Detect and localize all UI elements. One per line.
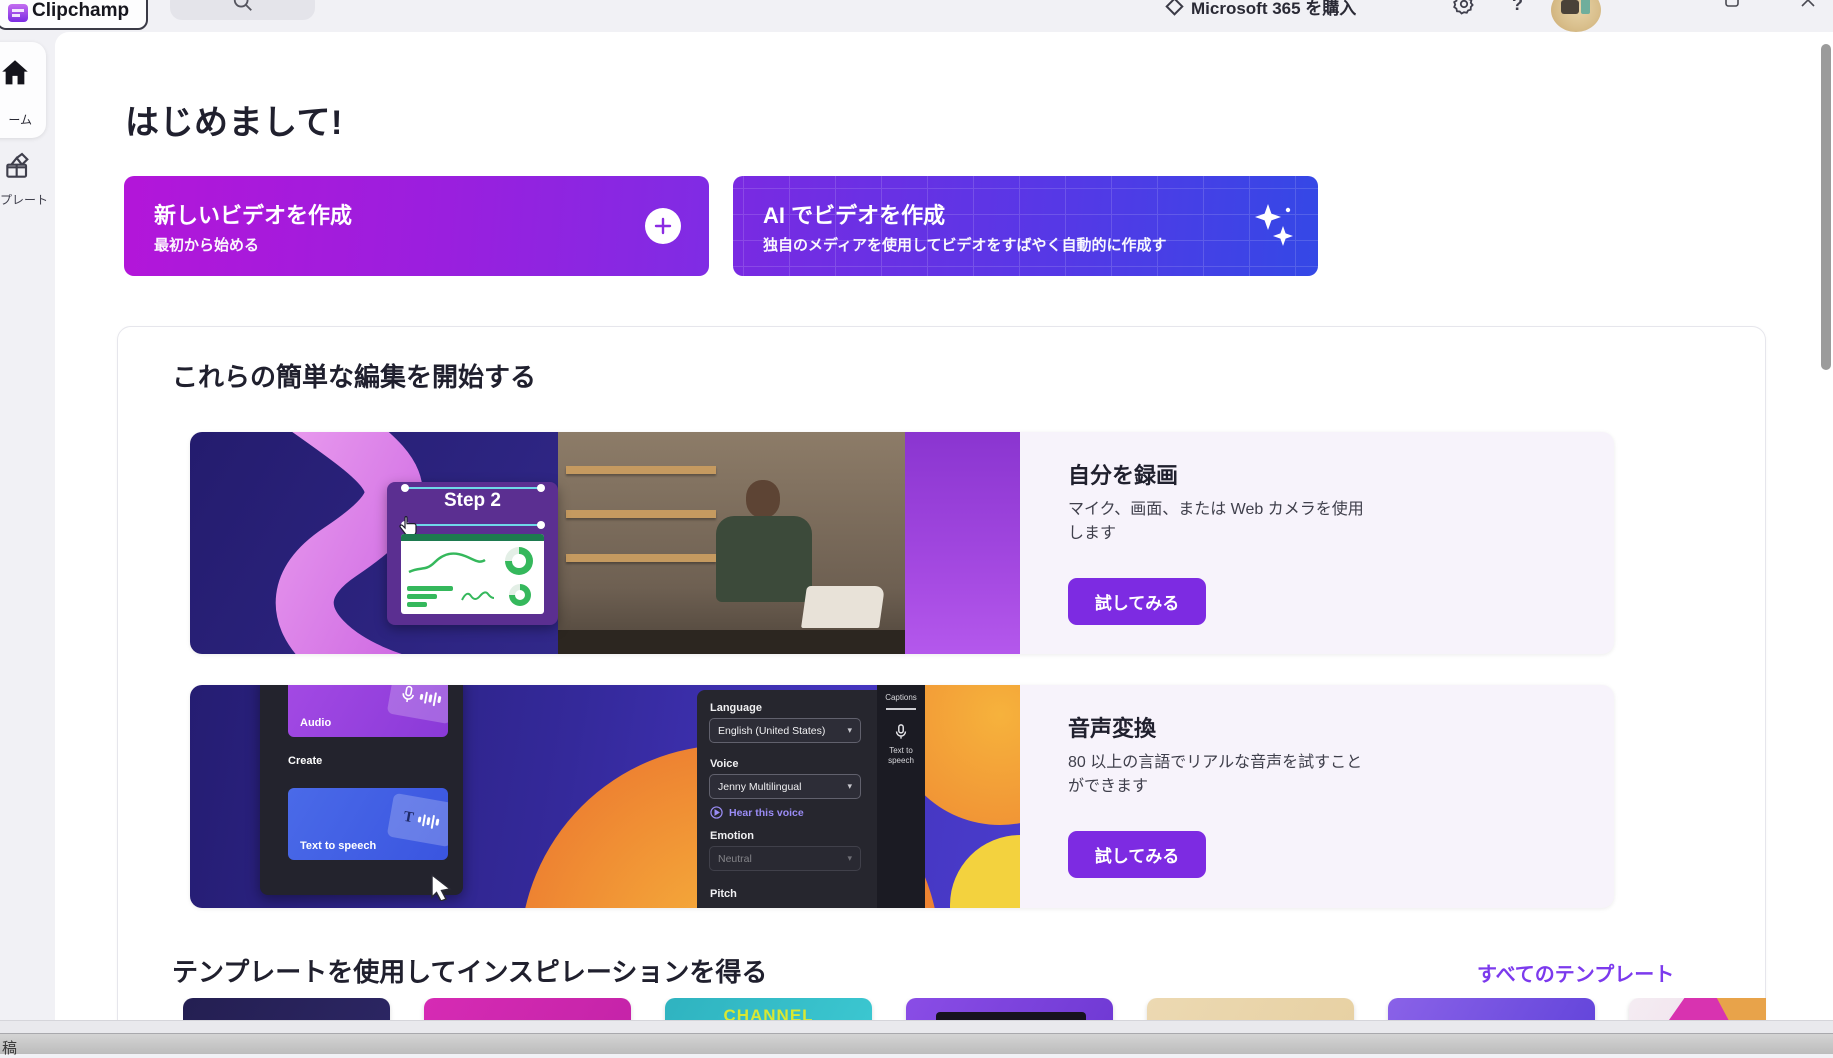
status-bar-text: 稿 — [2, 1037, 17, 1058]
all-templates-link[interactable]: すべてのテンプレート — [1477, 958, 1674, 987]
record-preview-image: Step 2 — [190, 432, 1020, 654]
editor-side-rail: Captions Text to speech — [877, 685, 925, 908]
close-window-icon[interactable] — [1800, 0, 1816, 13]
captions-tab[interactable]: Captions — [877, 693, 925, 702]
step-tablet-overlay: Step 2 — [387, 482, 558, 625]
template-thumbnail[interactable] — [1388, 998, 1595, 1020]
pitch-label: Pitch — [710, 888, 737, 900]
text-waveform-icon: T — [387, 793, 448, 847]
microsoft365-diamond-icon — [1165, 0, 1183, 16]
template-thumbnail-row: CHANNEL — [183, 998, 1766, 1020]
buy-microsoft365-label: Microsoft 365 を購入 — [1191, 0, 1356, 19]
clipchamp-logo-icon — [8, 4, 28, 22]
status-bar: 稿 — [0, 1033, 1833, 1054]
sidebar-templates-label: プレート — [0, 193, 48, 207]
audio-tools-panel: Audio Create Text to speech T — [260, 685, 463, 895]
thumbnail-text: CHANNEL — [665, 1006, 872, 1020]
quick-edit-card-voice[interactable]: Audio Create Text to speech T — [190, 685, 1614, 908]
template-thumbnail[interactable] — [1147, 998, 1354, 1020]
voice-try-button[interactable]: 試してみる — [1068, 831, 1206, 878]
bottom-strip — [0, 1020, 1833, 1033]
templates-icon — [2, 150, 55, 187]
create-new-video-card[interactable]: 新しいビデオを作成 最初から始める — [124, 176, 709, 276]
yellow-blob — [950, 835, 1020, 908]
voice-description: 80 以上の言語でリアルな音声を試すことができます — [1068, 751, 1378, 799]
language-label: Language — [710, 702, 762, 714]
step-label: Step 2 — [387, 490, 558, 512]
record-description: マイク、画面、または Web カメラを使用します — [1068, 498, 1378, 546]
app-tab-label: Clipchamp — [32, 0, 129, 22]
vertical-scrollbar-thumb[interactable] — [1821, 44, 1831, 370]
maximize-window-icon[interactable] — [1724, 0, 1740, 13]
templates-heading: テンプレートを使用してインスピレーションを得る — [172, 952, 767, 989]
voice-label: Voice — [710, 758, 739, 770]
create-new-video-title: 新しいビデオを作成 — [154, 198, 352, 230]
sidebar-item-home[interactable]: ーム — [0, 42, 46, 138]
hear-this-voice-link[interactable]: Hear this voice — [710, 806, 804, 819]
quick-edit-card-record[interactable]: Step 2 — [190, 432, 1614, 654]
plus-icon — [645, 208, 681, 244]
text-to-speech-tile: Text to speech T — [288, 788, 448, 860]
settings-gear-icon[interactable] — [1452, 0, 1476, 21]
quick-edits-heading: これらの簡単な編集を開始する — [172, 357, 536, 394]
template-thumbnail[interactable] — [183, 998, 390, 1020]
voice-title: 音声変換 — [1068, 711, 1156, 743]
purple-gradient-edge — [905, 432, 1020, 654]
mic-waveform-icon — [387, 685, 448, 724]
user-avatar[interactable] — [1551, 0, 1601, 32]
emotion-dropdown[interactable]: Neutral▾ — [709, 846, 861, 871]
buy-microsoft365-button[interactable]: Microsoft 365 を購入 — [1168, 0, 1356, 19]
sidebar-home-label: ーム — [0, 111, 46, 128]
search-button[interactable] — [170, 0, 315, 20]
quick-edits-section-card — [117, 326, 1766, 1020]
voice-dropdown[interactable]: Jenny Multilingual▾ — [709, 774, 861, 799]
audio-tile: Audio — [288, 685, 448, 737]
create-new-video-subtitle: 最初から始める — [154, 234, 624, 255]
record-try-button[interactable]: 試してみる — [1068, 578, 1206, 625]
voice-preview-image: Audio Create Text to speech T — [190, 685, 1020, 908]
sidebar-item-templates[interactable]: プレート — [0, 150, 55, 209]
create-ai-video-title: AI でビデオを作成 — [763, 198, 945, 230]
create-ai-video-subtitle: 独自のメディアを使用してビデオをすばやく自動的に作成す — [763, 234, 1233, 255]
template-thumbnail[interactable] — [424, 998, 631, 1020]
dashboard-thumbnail — [401, 534, 544, 614]
voice-settings-panel: Language English (United States)▾ Voice … — [697, 690, 877, 908]
presenter-photo — [558, 432, 905, 654]
text-to-speech-tab-label[interactable]: Text to speech — [877, 746, 925, 766]
template-thumbnail[interactable] — [906, 998, 1113, 1020]
home-icon — [0, 56, 32, 95]
template-thumbnail[interactable]: CHANNEL — [665, 998, 872, 1020]
laptop-shape — [801, 586, 885, 628]
template-thumbnail[interactable] — [1629, 998, 1766, 1020]
titlebar: Clipchamp Microsoft 365 を購入 ? — [0, 0, 1833, 32]
mouse-cursor-icon — [428, 873, 454, 906]
main-content: はじめまして! 新しいビデオを作成 最初から始める AI でビデオを作成 独自の… — [55, 32, 1833, 1020]
app-tab-clipchamp[interactable]: Clipchamp — [0, 0, 148, 30]
create-ai-video-card[interactable]: AI でビデオを作成 独自のメディアを使用してビデオをすばやく自動的に作成す — [733, 176, 1318, 276]
thumbnail-screen-shape — [936, 1012, 1086, 1020]
help-icon[interactable]: ? — [1512, 0, 1523, 15]
search-icon — [232, 0, 254, 18]
text-to-speech-tab-icon[interactable] — [877, 724, 925, 742]
sidebar: ーム プレート — [0, 32, 55, 1054]
page-title: はじめまして! — [125, 95, 343, 144]
create-label: Create — [288, 755, 322, 767]
record-title: 自分を録画 — [1068, 458, 1178, 490]
language-dropdown[interactable]: English (United States)▾ — [709, 718, 861, 743]
ai-sparkles-icon — [1250, 202, 1296, 255]
emotion-label: Emotion — [710, 830, 754, 842]
